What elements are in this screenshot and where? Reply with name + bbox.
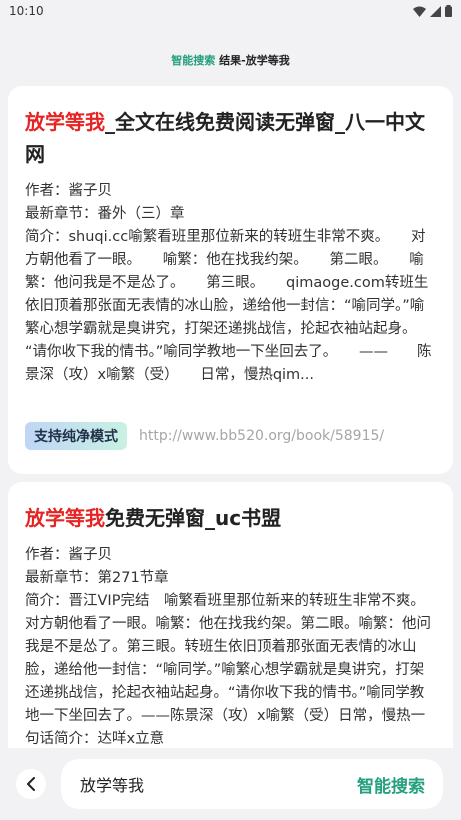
author: 作者：酱子贝: [25, 183, 112, 199]
source-url[interactable]: http://www.bb520.org/book/58915/: [139, 428, 384, 444]
status-icons: [413, 5, 452, 17]
wifi-icon: [413, 6, 426, 17]
result-card[interactable]: 放学等我_全文在线免费阅读无弹窗_八一中文网 作者：酱子贝 最新章节：番外（三）…: [8, 86, 453, 474]
intro: 简介：晋江VIP完结 喻繁看班里那位新来的转班生非常不爽。对方朝他看了一眼。喻繁…: [25, 593, 431, 747]
result-card[interactable]: 放学等我免费无弹窗_uc书盟 作者：酱子贝 最新章节：第271节章 简介：晋江V…: [8, 482, 453, 748]
latest-chapter: 最新章节：番外（三）章: [25, 206, 185, 222]
latest-chapter: 最新章节：第271节章: [25, 570, 169, 586]
pure-mode-badge[interactable]: 支持纯净模式: [25, 422, 127, 450]
clock: 10:10: [9, 4, 44, 18]
bottom-search-bar: 放学等我 智能搜索: [0, 748, 461, 820]
title-highlight: 放学等我: [25, 506, 105, 530]
search-input[interactable]: 放学等我: [80, 772, 144, 796]
search-box[interactable]: 放学等我 智能搜索: [61, 759, 443, 809]
battery-icon: [445, 5, 452, 17]
result-title[interactable]: 放学等我_全文在线免费阅读无弹窗_八一中文网: [25, 106, 436, 170]
title-rest: 免费无弹窗_uc书盟: [105, 506, 282, 530]
status-bar: 10:10: [0, 0, 461, 22]
header-prefix: 智能搜索: [171, 54, 216, 67]
signal-icon: [430, 5, 441, 17]
intro: 简介：shuqi.cc喻繁看班里那位新来的转班生非常不爽。 对方朝他看了一眼。 …: [25, 229, 436, 383]
smart-search-button[interactable]: 智能搜索: [357, 772, 425, 797]
result-title[interactable]: 放学等我免费无弹窗_uc书盟: [25, 502, 436, 534]
back-button[interactable]: [16, 769, 46, 799]
card-footer: 支持纯净模式 http://www.bb520.org/book/58915/: [25, 422, 436, 450]
page-header: 智能搜索 结果-放学等我: [0, 52, 461, 68]
title-highlight: 放学等我: [25, 110, 105, 134]
page-title: 结果-放学等我: [219, 54, 290, 67]
chevron-left-icon: [27, 777, 35, 791]
author: 作者：酱子贝: [25, 547, 112, 563]
